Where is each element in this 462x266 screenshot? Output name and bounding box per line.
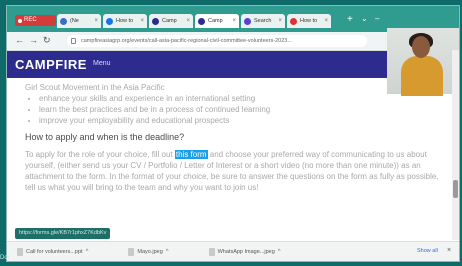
minimize-icon[interactable]: – — [375, 14, 379, 23]
url-text: campfireasiagrp.org/events/call-asia-pac… — [81, 38, 292, 44]
tab-label: (Ne — [70, 18, 79, 24]
tab-close-icon[interactable]: × — [94, 18, 98, 24]
list-item: enhance your skills and experience in an… — [39, 93, 445, 104]
scrollbar-thumb[interactable] — [453, 180, 458, 198]
tab-3[interactable]: Camp × — [149, 14, 193, 28]
recording-indicator: REC — [15, 15, 56, 26]
side-caption: Doi — [0, 255, 10, 261]
apply-paragraph: To apply for the role of your choice, fi… — [25, 149, 445, 193]
tab-4-active[interactable]: Camp × — [195, 14, 239, 28]
intro-line: Girl Scout Movement in the Asia Pacific — [25, 83, 165, 92]
benefits-list: enhance your skills and experience in an… — [25, 93, 445, 126]
article-content: Girl Scout Movement in the Asia Pacific … — [25, 82, 445, 193]
chevron-up-icon[interactable]: ^ — [166, 249, 169, 255]
tab-favicon-icon — [244, 17, 251, 25]
chevron-up-icon[interactable]: ^ — [278, 249, 281, 255]
tab-close-icon[interactable]: × — [232, 18, 236, 24]
forward-icon[interactable]: → — [29, 35, 38, 45]
tab-label: How to — [300, 18, 318, 24]
page-scrollbar[interactable] — [452, 50, 459, 240]
tab-label: Search — [254, 18, 272, 24]
download-item[interactable]: Call for volunteers...ppt ^ — [17, 248, 88, 256]
tab-close-icon[interactable]: × — [324, 18, 328, 24]
file-icon — [208, 248, 215, 256]
tab-label: Camp — [162, 18, 177, 24]
presenter-face — [412, 36, 430, 58]
chevron-down-icon[interactable]: ⌄ — [361, 14, 368, 23]
close-downloads-icon[interactable]: × — [447, 247, 451, 254]
tab-1[interactable]: (Ne × — [57, 14, 101, 28]
new-tab-icon[interactable]: + — [347, 14, 353, 26]
tab-favicon-icon — [106, 17, 113, 25]
tab-2[interactable]: How to × — [103, 14, 147, 28]
browser-window: REC (Ne × How to × Camp × Camp × Search … — [6, 5, 460, 262]
recording-label: REC — [24, 17, 37, 23]
download-item[interactable]: WhatsApp Image...jpeg ^ — [208, 248, 281, 256]
file-icon — [128, 248, 135, 256]
tab-favicon-icon — [290, 17, 297, 25]
url-field[interactable]: campfireasiagrp.org/events/call-asia-pac… — [67, 35, 367, 47]
section-heading: How to apply and when is the deadline? — [25, 132, 185, 142]
downloads-bar: Call for volunteers...ppt ^ Mayo.jpeg ^ … — [7, 241, 459, 261]
chevron-up-icon[interactable]: ^ — [86, 249, 89, 255]
record-dot-icon — [18, 18, 22, 23]
tab-close-icon[interactable]: × — [140, 18, 144, 24]
tab-6[interactable]: How to × — [287, 14, 331, 28]
download-label: Mayo.jpeg — [137, 249, 163, 255]
tab-label: Camp — [208, 18, 223, 24]
download-item[interactable]: Mayo.jpeg ^ — [128, 248, 169, 256]
tab-favicon-icon — [152, 17, 159, 25]
tab-close-icon[interactable]: × — [186, 18, 190, 24]
list-item: improve your employability and education… — [39, 115, 445, 126]
tab-5[interactable]: Search × — [241, 14, 285, 28]
file-icon — [17, 248, 23, 256]
reload-icon[interactable]: ↻ — [43, 35, 51, 46]
tab-label: How to — [116, 18, 134, 24]
para-text-before: To apply for the role of your choice, fi… — [25, 150, 173, 159]
show-all-downloads-link[interactable]: Show all — [417, 248, 438, 254]
tab-favicon-icon — [60, 17, 67, 25]
form-link[interactable]: this form — [174, 150, 208, 159]
site-logo[interactable]: CAMPFIRE — [15, 57, 87, 72]
back-icon[interactable]: ← — [15, 35, 24, 45]
download-label: Call for volunteers...ppt — [26, 249, 83, 255]
tab-favicon-icon — [198, 17, 205, 25]
list-item: learn the best practices and be in a pro… — [39, 104, 445, 115]
site-header: CAMPFIRE Menu — [7, 51, 387, 78]
link-status-url: https://forms.gle/KB7r1phxZ7KdbKv — [15, 228, 111, 239]
tab-close-icon[interactable]: × — [278, 18, 282, 24]
lock-icon — [71, 38, 76, 44]
menu-button[interactable]: Menu — [93, 60, 111, 67]
download-label: WhatsApp Image...jpeg — [217, 249, 275, 255]
